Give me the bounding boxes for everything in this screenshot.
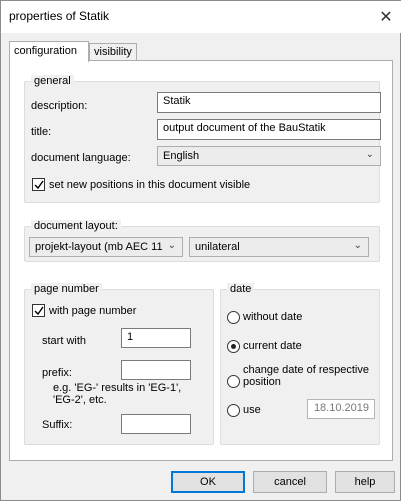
tab-configuration[interactable]: configuration (9, 41, 89, 62)
layout-select[interactable]: projekt-layout (mb AEC 11 ⌄ (29, 237, 183, 257)
language-select[interactable]: English ⌄ (157, 146, 381, 166)
radio-use-date-label: use (243, 404, 261, 416)
prefix-label: prefix: (42, 367, 72, 379)
help-button[interactable]: help (335, 471, 395, 493)
sides-value: unilateral (195, 241, 240, 253)
chevron-down-icon: ⌄ (167, 240, 176, 251)
chevron-down-icon: ⌄ (353, 240, 362, 251)
radio-change-date[interactable] (227, 375, 240, 388)
check-icon (34, 180, 44, 190)
prefix-input[interactable] (121, 360, 191, 380)
page-number-legend: page number (31, 283, 102, 295)
radio-current-date-label: current date (243, 340, 302, 352)
dialog-window: properties of Statik ✕ configuration vis… (0, 0, 401, 501)
radio-change-date-label: change date of respective position (243, 364, 369, 388)
description-label: description: (31, 100, 88, 112)
tab-panel-configuration: general description: Statik title: outpu… (9, 60, 393, 461)
sides-select[interactable]: unilateral ⌄ (189, 237, 369, 257)
visible-label: set new positions in this document visib… (49, 179, 251, 191)
radio-dot (231, 344, 236, 349)
page-number-checkbox[interactable] (32, 304, 45, 317)
general-group: general description: Statik title: outpu… (24, 75, 381, 203)
document-layout-group: document layout: projekt-layout (mb AEC … (24, 220, 380, 262)
layout-value: projekt-layout (mb AEC 11 (35, 241, 163, 253)
prefix-hint: e.g. 'EG-' results in 'EG-1', 'EG-2', et… (53, 382, 182, 406)
radio-without-date[interactable] (227, 311, 240, 324)
radio-without-date-label: without date (243, 311, 303, 323)
page-number-group: page number with page number start with … (24, 283, 214, 445)
close-button[interactable]: ✕ (373, 5, 399, 29)
description-input[interactable]: Statik (157, 92, 381, 113)
general-legend: general (31, 75, 74, 87)
title-label: title: (31, 126, 52, 138)
title-bar: properties of Statik ✕ (1, 1, 401, 33)
start-with-label: start with (42, 335, 87, 347)
date-group: date without date current date change da… (220, 283, 380, 445)
chevron-down-icon: ⌄ (365, 149, 374, 160)
suffix-input[interactable] (121, 414, 191, 434)
language-label: document language: (31, 152, 131, 164)
radio-current-date[interactable] (227, 340, 240, 353)
close-icon: ✕ (379, 9, 393, 26)
radio-use-date[interactable] (227, 404, 240, 417)
tab-visibility[interactable]: visibility (89, 43, 137, 61)
cancel-button[interactable]: cancel (253, 471, 327, 493)
ok-button[interactable]: OK (171, 471, 245, 493)
start-with-input[interactable]: 1 (121, 328, 191, 348)
suffix-label: Suffix: (42, 419, 73, 431)
check-icon (34, 306, 44, 316)
date-legend: date (227, 283, 255, 295)
page-number-label: with page number (49, 305, 137, 317)
language-value: English (163, 150, 200, 162)
document-layout-legend: document layout: (31, 220, 121, 232)
window-title: properties of Statik (9, 9, 110, 23)
title-input[interactable]: output document of the BauStatik (157, 119, 381, 140)
use-date-input[interactable]: 18.10.2019 (307, 399, 375, 419)
visible-checkbox[interactable] (32, 178, 45, 191)
